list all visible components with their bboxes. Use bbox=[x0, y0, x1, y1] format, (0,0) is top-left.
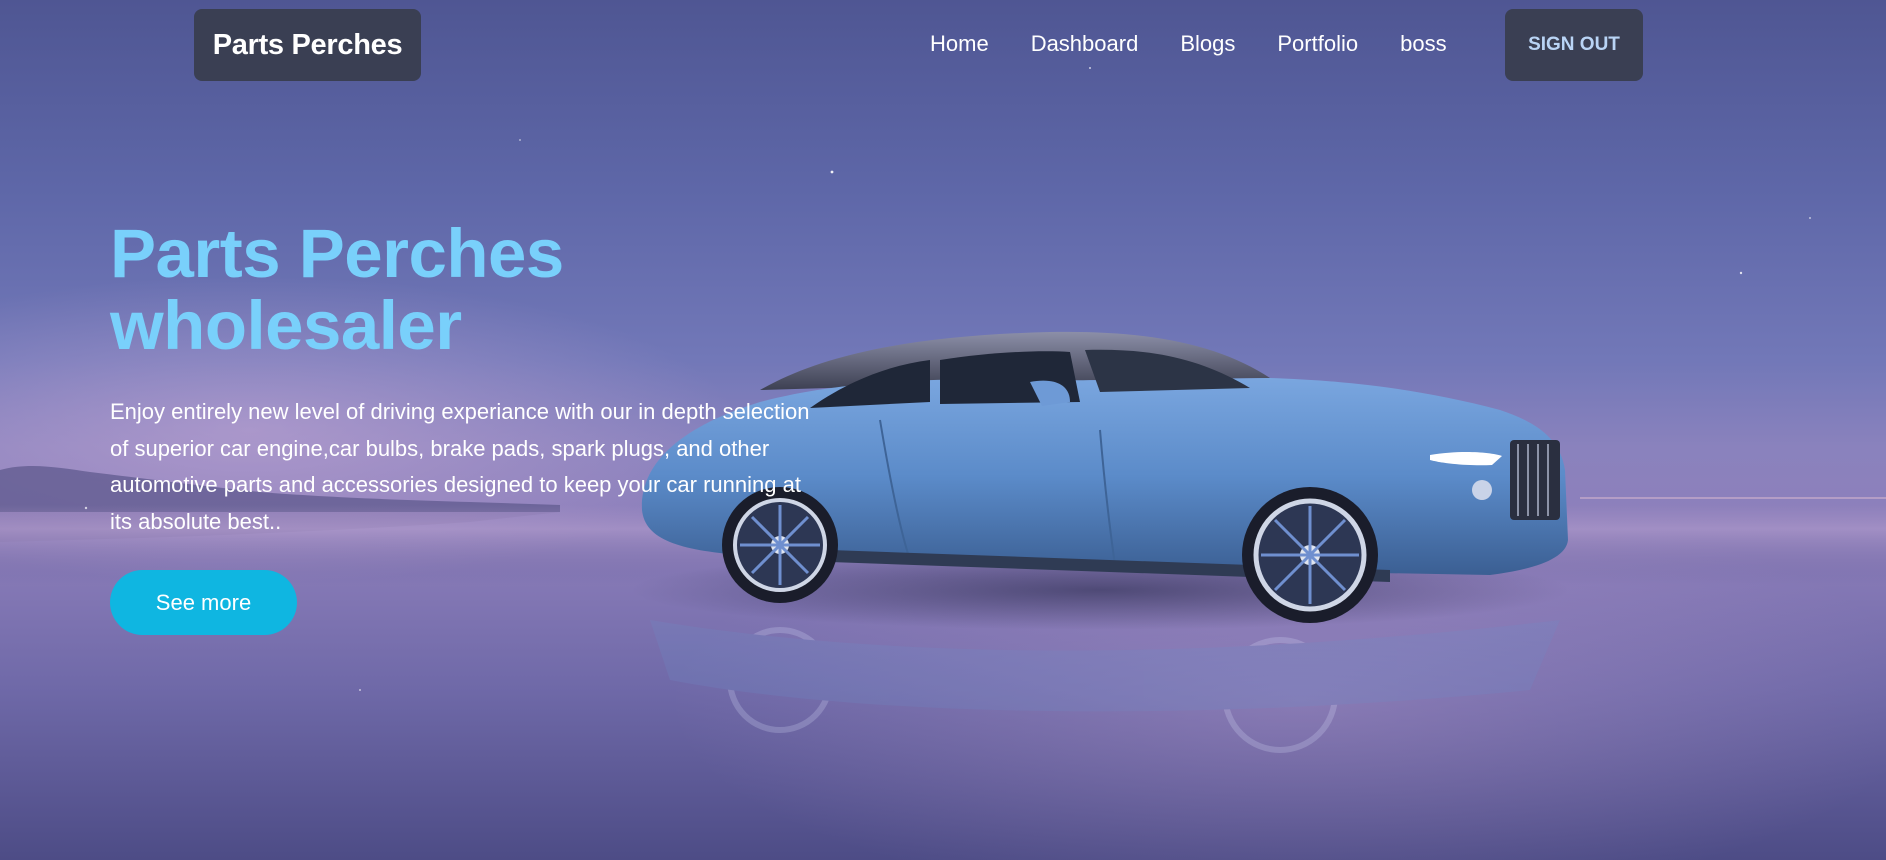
hero-description: Enjoy entirely new level of driving expe… bbox=[110, 399, 810, 534]
top-navbar: Parts Perches Home Dashboard Blogs Portf… bbox=[0, 0, 1886, 90]
see-more-button[interactable]: See more bbox=[110, 570, 297, 635]
hero-title-line2: wholesaler bbox=[110, 287, 462, 364]
nav-links: Home Dashboard Blogs Portfolio boss bbox=[930, 24, 1447, 64]
nav-link-dashboard[interactable]: Dashboard bbox=[1031, 31, 1139, 57]
nav-link-blogs[interactable]: Blogs bbox=[1180, 31, 1235, 57]
hero-title-line1: Parts Perches bbox=[110, 215, 564, 292]
nav-link-boss[interactable]: boss bbox=[1400, 31, 1446, 57]
nav-link-portfolio[interactable]: Portfolio bbox=[1277, 31, 1358, 57]
nav-link-home[interactable]: Home bbox=[930, 31, 989, 57]
hero-title: Parts Perches wholesaler bbox=[110, 218, 564, 362]
car-image bbox=[630, 331, 1570, 753]
brand-logo[interactable]: Parts Perches bbox=[194, 9, 421, 81]
sign-out-button[interactable]: SIGN OUT bbox=[1505, 9, 1643, 81]
